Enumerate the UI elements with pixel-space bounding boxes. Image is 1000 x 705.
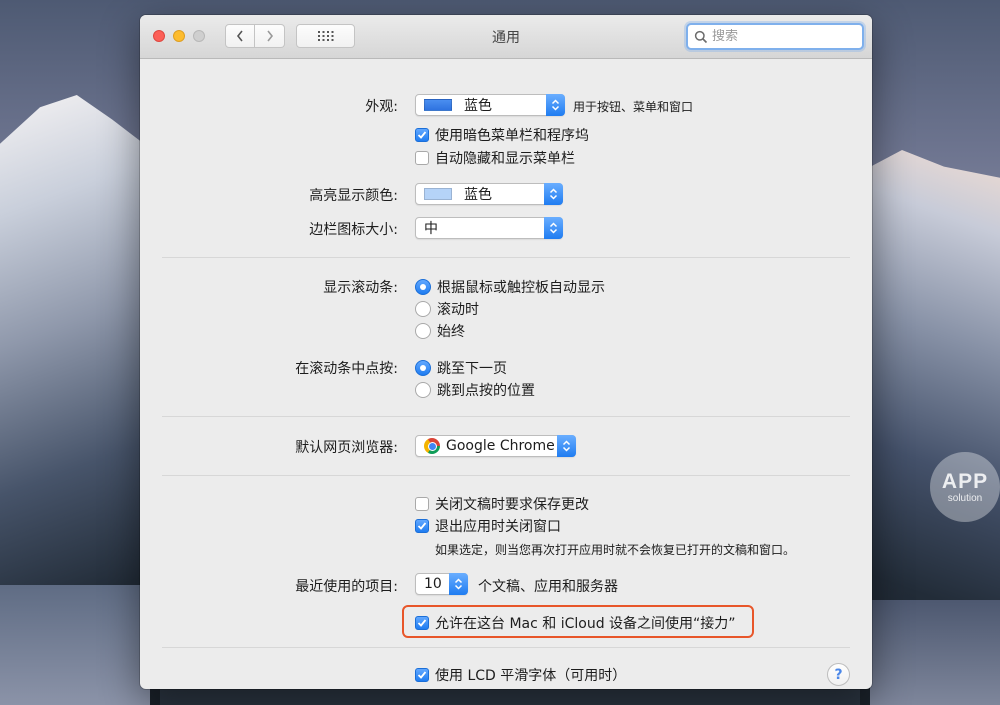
auto-hide-menu-checkbox[interactable]: 自动隐藏和显示菜单栏 xyxy=(415,148,575,168)
watermark-line1: APP xyxy=(941,469,989,493)
lcd-smoothing-checkbox[interactable]: 使用 LCD 平滑字体（可用时） xyxy=(415,665,626,685)
ask-keep-changes-label: 关闭文稿时要求保存更改 xyxy=(435,497,589,513)
popup-arrows-icon xyxy=(546,94,565,116)
scrollbar-option-scrolling[interactable]: 滚动时 xyxy=(415,299,479,319)
chrome-icon xyxy=(424,438,440,454)
handoff-label: 允许在这台 Mac 和 iCloud 设备之间使用“接力” xyxy=(435,616,736,632)
sidebar-icon-size-popup[interactable]: 中 xyxy=(415,217,563,239)
radio-selected-icon xyxy=(415,279,431,295)
highlight-color-value: 蓝色 xyxy=(464,187,492,203)
scrollbar-option-auto[interactable]: 根据鼠标或触控板自动显示 xyxy=(415,277,605,297)
radio-unselected-icon xyxy=(415,301,431,317)
dark-menu-checkbox[interactable]: 使用暗色菜单栏和程序坞 xyxy=(415,125,589,145)
checkbox-unchecked-icon xyxy=(415,151,429,165)
click-option-next-page-label: 跳至下一页 xyxy=(437,361,507,377)
popup-arrows-icon xyxy=(544,217,563,239)
sidebar-icon-size-value: 中 xyxy=(424,221,438,237)
recent-items-label: 最近使用的项目: xyxy=(295,579,398,595)
general-preferences-window: 通用 外观: 蓝色 用于按钮、菜单和窗口 使用暗色菜单栏和程序坞 自动隐藏和显示… xyxy=(140,15,872,689)
appearance-note: 用于按钮、菜单和窗口 xyxy=(573,100,694,114)
highlight-color-label: 高亮显示颜色: xyxy=(309,188,398,204)
appearance-label: 外观: xyxy=(365,99,398,115)
radio-selected-icon xyxy=(415,360,431,376)
checkbox-checked-icon xyxy=(415,616,429,630)
search-field[interactable] xyxy=(686,23,864,50)
auto-hide-menu-label: 自动隐藏和显示菜单栏 xyxy=(435,151,575,167)
recent-items-popup[interactable]: 10 xyxy=(415,573,468,595)
section-divider xyxy=(162,475,850,476)
checkbox-checked-icon xyxy=(415,128,429,142)
appearance-popup[interactable]: 蓝色 xyxy=(415,94,565,116)
wallpaper-snow-right xyxy=(870,600,1000,705)
close-windows-label: 退出应用时关闭窗口 xyxy=(435,519,561,535)
scrollbar-option-always-label: 始终 xyxy=(437,324,465,340)
checkbox-unchecked-icon xyxy=(415,497,429,511)
ask-keep-changes-checkbox[interactable]: 关闭文稿时要求保存更改 xyxy=(415,494,589,514)
highlight-color-swatch xyxy=(424,188,452,200)
radio-unselected-icon xyxy=(415,382,431,398)
recent-items-suffix: 个文稿、应用和服务器 xyxy=(478,579,618,595)
lcd-smoothing-label: 使用 LCD 平滑字体（可用时） xyxy=(435,668,627,684)
popup-arrows-icon xyxy=(544,183,563,205)
highlight-color-popup[interactable]: 蓝色 xyxy=(415,183,563,205)
section-divider xyxy=(162,416,850,417)
appearance-color-swatch xyxy=(424,99,452,111)
appearance-value: 蓝色 xyxy=(464,98,492,114)
recent-items-value: 10 xyxy=(424,576,442,592)
title-bar: 通用 xyxy=(140,15,872,59)
click-scrollbar-label: 在滚动条中点按: xyxy=(295,361,398,377)
popup-arrows-icon xyxy=(449,573,468,595)
close-windows-checkbox[interactable]: 退出应用时关闭窗口 xyxy=(415,516,561,536)
search-icon xyxy=(694,30,708,43)
radio-unselected-icon xyxy=(415,323,431,339)
wallpaper-snow-left xyxy=(0,585,150,705)
sidebar-icon-size-label: 边栏图标大小: xyxy=(309,222,398,238)
default-browser-label: 默认网页浏览器: xyxy=(295,440,398,456)
popup-arrows-icon xyxy=(557,435,576,457)
default-browser-popup[interactable]: Google Chrome xyxy=(415,435,576,457)
scrollbar-option-auto-label: 根据鼠标或触控板自动显示 xyxy=(437,280,605,296)
scrollbar-option-always[interactable]: 始终 xyxy=(415,321,465,341)
click-option-spot[interactable]: 跳到点按的位置 xyxy=(415,380,535,400)
help-button[interactable]: ? xyxy=(827,663,850,686)
click-option-spot-label: 跳到点按的位置 xyxy=(437,383,535,399)
show-scrollbars-label: 显示滚动条: xyxy=(323,280,398,296)
section-divider xyxy=(162,257,850,258)
search-input[interactable] xyxy=(712,29,852,44)
preferences-content: 外观: 蓝色 用于按钮、菜单和窗口 使用暗色菜单栏和程序坞 自动隐藏和显示菜单栏… xyxy=(140,60,872,689)
checkbox-checked-icon xyxy=(415,668,429,682)
dark-menu-label: 使用暗色菜单栏和程序坞 xyxy=(435,128,589,144)
section-divider xyxy=(162,647,850,648)
checkbox-checked-icon xyxy=(415,519,429,533)
scrollbar-option-scrolling-label: 滚动时 xyxy=(437,302,479,318)
close-windows-hint: 如果选定，则当您再次打开应用时就不会恢复已打开的文稿和窗口。 xyxy=(435,543,796,557)
click-option-next-page[interactable]: 跳至下一页 xyxy=(415,358,507,378)
handoff-checkbox[interactable]: 允许在这台 Mac 和 iCloud 设备之间使用“接力” xyxy=(415,613,736,633)
app-solution-watermark: APP solution xyxy=(930,452,1000,522)
watermark-line2: solution xyxy=(947,492,983,504)
default-browser-value: Google Chrome xyxy=(446,438,555,454)
